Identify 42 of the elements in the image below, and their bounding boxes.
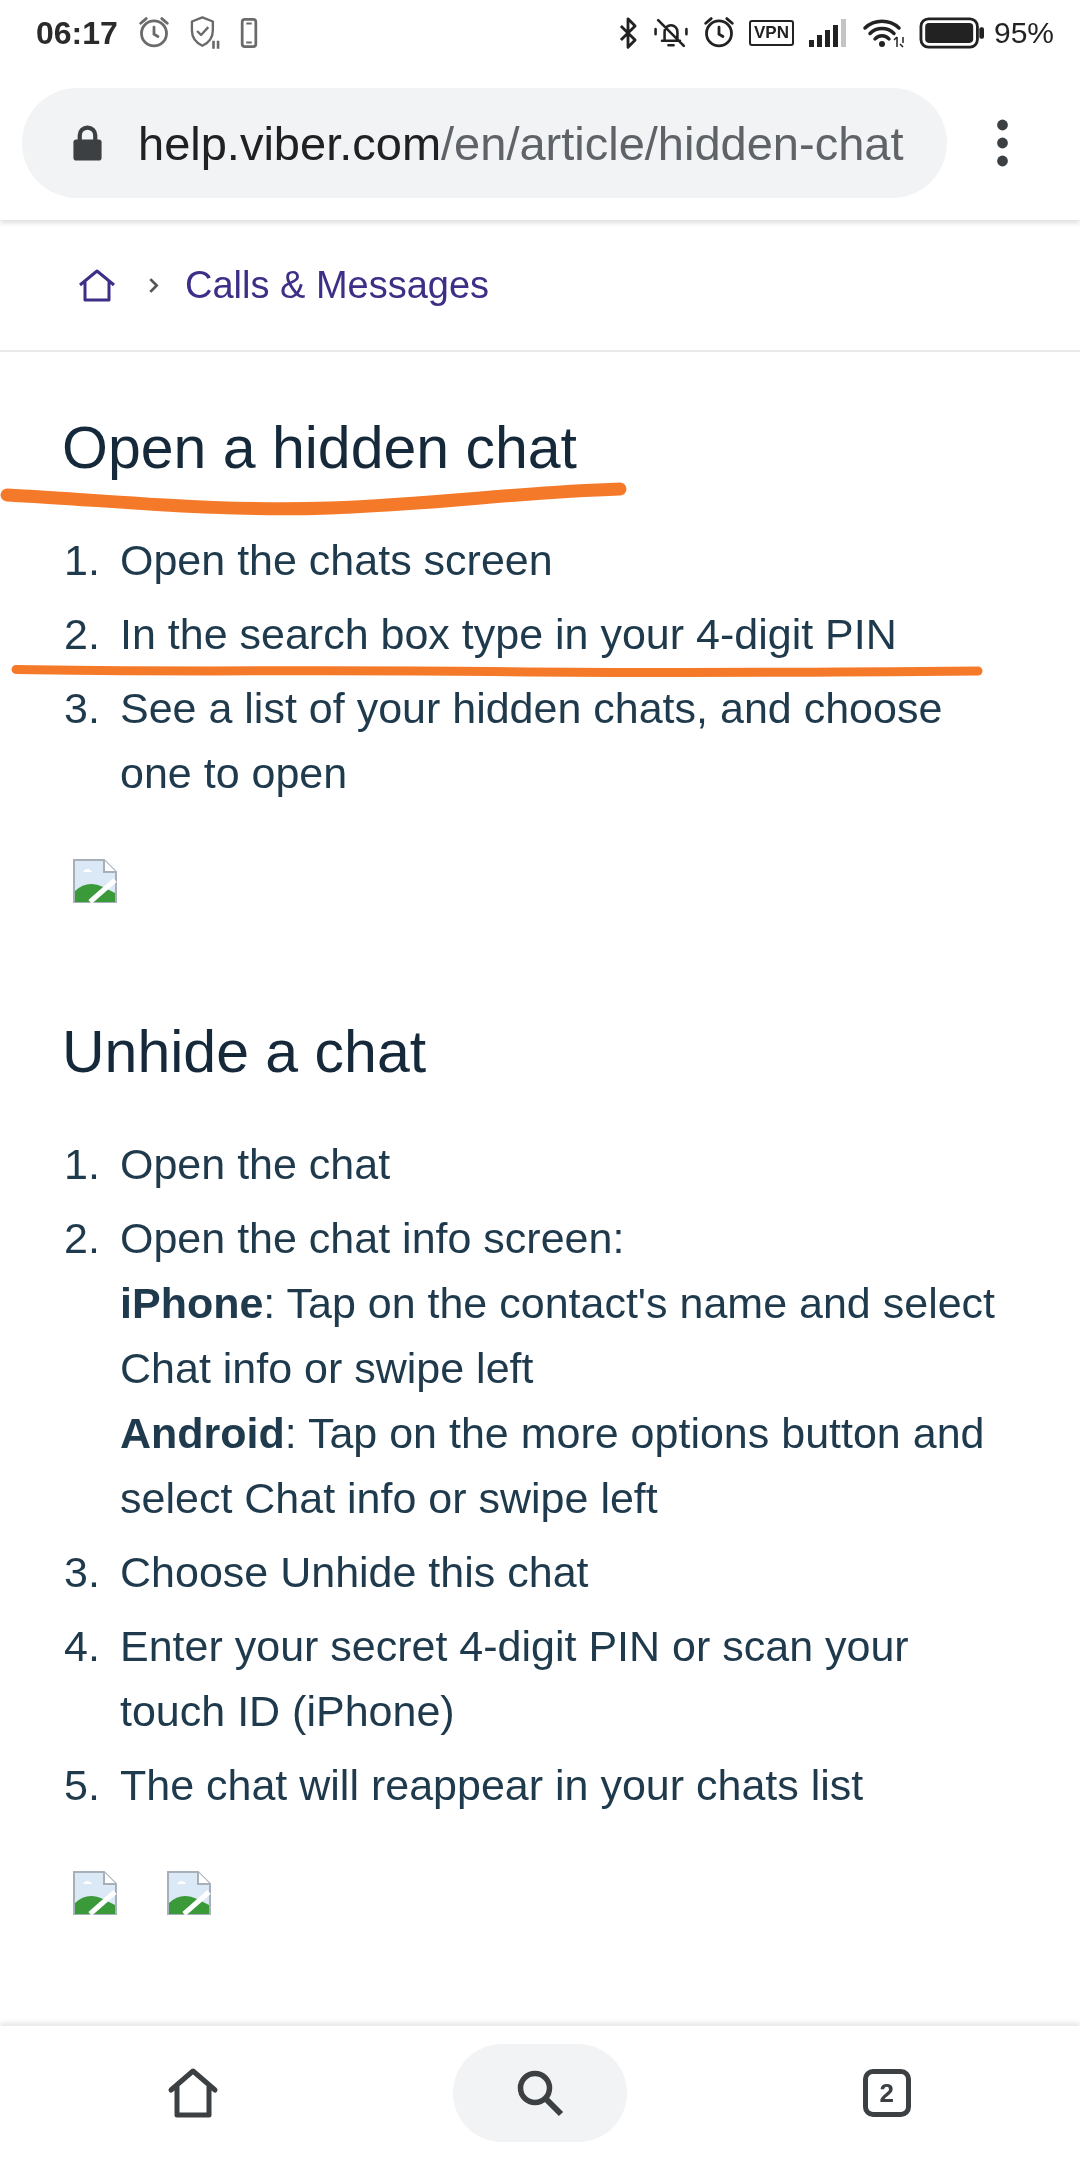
address-bar[interactable]: help.viber.com/en/article/hidden-chat [22,88,947,198]
alarm-clock-icon [137,17,170,49]
menu-button[interactable] [996,119,1009,167]
wifi-icon [861,17,904,49]
clock-time: 06:17 [36,14,118,52]
step-text: The chat will reappear in your chats list [120,1760,865,1811]
step-text: See a list of your hidden chats, and choose one to open [120,683,944,799]
step-text: Open the chat info screen: [120,1213,626,1264]
step-number: 4. [64,1621,101,1672]
search-icon [515,2068,565,2118]
step-number: 3. [64,1547,101,1598]
step-number: 3. [64,683,101,734]
step-text: Open the chat [120,1139,392,1190]
phone-icon [239,18,258,48]
step-text: Open the chats screen [120,535,554,586]
chevron-right-icon [148,276,159,294]
home-button[interactable] [167,2067,220,2119]
lock-icon [72,124,103,162]
home-icon[interactable] [77,268,117,302]
step-number: 2. [64,609,101,660]
bluetooth-icon [617,16,639,50]
step-text: In the search box type in your 4-digit PIN [120,609,898,660]
step-note: Android: Tap on the more options button and select Chat info or swipe left [120,1408,986,1524]
battery-percent: 95% [993,16,1054,50]
tab-switcher-button[interactable]: 2 [862,2069,911,2117]
three-dots-icon [996,119,1009,167]
step-text: Enter your secret 4-digit PIN or scan your touch ID (iPhone) [120,1621,910,1737]
alarm-clock-icon [703,17,735,49]
bell-off-icon [653,16,689,50]
section-heading: Open a hidden chat [62,416,578,481]
section-heading: Unhide a chat [62,1020,428,1085]
step-note: iPhone: Tap on the contact's name and select Chat info or swipe left [120,1278,997,1394]
step-number: 1. [64,1139,101,1190]
step-number: 2. [64,1213,101,1264]
vpn-indicator: VPN [749,20,794,46]
step-number: 1. [64,535,101,586]
battery-icon [917,17,986,49]
step-number: 5. [64,1760,101,1811]
signal-icon [807,19,848,47]
step-text: Choose Unhide this chat [120,1547,590,1598]
breadcrumb-link[interactable]: Calls & Messages [185,263,490,307]
home-icon [167,2067,220,2119]
